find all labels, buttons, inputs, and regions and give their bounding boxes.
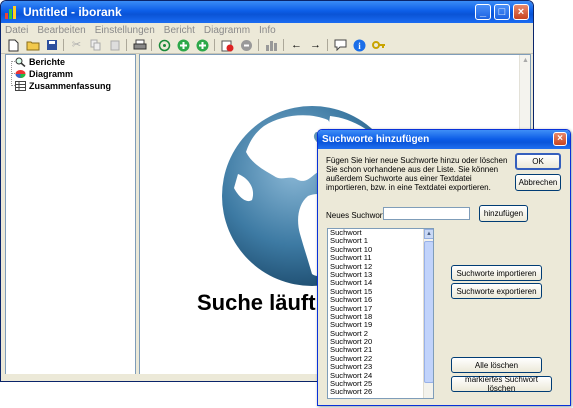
keyword-list-item[interactable]: Suchwort 26 [328, 388, 433, 397]
minimize-button[interactable]: _ [475, 4, 491, 20]
menu-diagramm[interactable]: Diagramm [204, 25, 250, 36]
menu-info[interactable]: Info [259, 25, 276, 36]
add-button[interactable]: hinzufügen [479, 205, 528, 222]
add-green-icon[interactable] [176, 38, 191, 52]
close-button[interactable]: × [513, 4, 529, 20]
delete-selected-button[interactable]: markiertes Suchwort löschen [451, 375, 552, 393]
dialog-title-bar[interactable]: Suchworte hinzufügen × [318, 130, 570, 149]
delete-list-icon[interactable] [220, 38, 235, 52]
keyword-list-items: Suchwort Suchwort 1 Suchwort 10 Suchwort 11… [328, 229, 433, 397]
comment-icon[interactable] [333, 38, 348, 52]
pie-chart-icon [15, 70, 26, 78]
arrow-left-icon[interactable]: ← [289, 38, 304, 52]
window-title: Untitled - iborank [23, 5, 122, 19]
maximize-button[interactable]: □ [494, 4, 510, 20]
title-bar[interactable]: Untitled - iborank _ □ × [1, 1, 533, 23]
toolbar-separator [283, 39, 284, 51]
target-icon[interactable] [157, 38, 172, 52]
key-icon[interactable] [371, 38, 386, 52]
app-icon [5, 5, 19, 19]
magnifier-icon [15, 57, 26, 67]
dialog-title: Suchworte hinzufügen [322, 134, 430, 145]
scroll-up-icon[interactable]: ▲ [424, 229, 433, 239]
cut-icon[interactable]: ✂ [69, 38, 84, 52]
tree-item-zusammenfassung[interactable]: Zusammenfassung [15, 80, 111, 92]
menu-bar: Datei Bearbeiten Einstellungen Bericht D… [1, 23, 533, 37]
menu-datei[interactable]: Datei [5, 25, 28, 36]
info-icon[interactable]: i [352, 38, 367, 52]
dialog-close-button[interactable]: × [553, 132, 567, 146]
toolbar-separator [151, 39, 152, 51]
tree-item-label: Zusammenfassung [29, 81, 112, 91]
export-keywords-button[interactable]: Suchworte exportieren [451, 283, 542, 299]
copy-icon[interactable] [88, 38, 103, 52]
menu-bearbeiten[interactable]: Bearbeiten [37, 25, 85, 36]
add-keywords-dialog: Suchworte hinzufügen × Fügen Sie hier ne… [317, 129, 571, 406]
cancel-button[interactable]: Abbrechen [515, 174, 561, 191]
keyword-list-scrollbar[interactable]: ▲ [423, 229, 433, 398]
add-green-2-icon[interactable] [195, 38, 210, 52]
arrow-right-icon[interactable]: → [308, 38, 323, 52]
tree-item-berichte[interactable]: Berichte [15, 56, 65, 68]
new-word-label: Neues Suchwort: [326, 211, 387, 220]
keyword-list[interactable]: Suchwort Suchwort 1 Suchwort 10 Suchwort 11… [327, 228, 434, 399]
toolbar-separator [327, 39, 328, 51]
table-icon [15, 81, 26, 91]
clear-all-button[interactable]: Alle löschen [451, 357, 542, 373]
tree-pane: Berichte Diagramm Zusammenfassung [5, 54, 136, 375]
menu-einstellungen[interactable]: Einstellungen [95, 25, 155, 36]
tree-item-label: Berichte [29, 57, 66, 67]
import-keywords-button[interactable]: Suchworte importieren [451, 265, 542, 281]
stop-icon[interactable] [239, 38, 254, 52]
dialog-description: Fügen Sie hier neue Suchworte hinzu oder… [326, 156, 508, 192]
toolbar-separator [63, 39, 64, 51]
toolbar-separator [258, 39, 259, 51]
toolbar-separator [126, 39, 127, 51]
toolbar-separator [214, 39, 215, 51]
print-icon[interactable] [132, 38, 147, 52]
tree-item-label: Diagramm [29, 69, 74, 79]
save-icon[interactable] [44, 38, 59, 52]
scroll-up-icon[interactable]: ▲ [521, 56, 530, 65]
toolbar: ✂ ← → i [1, 37, 533, 54]
new-word-input[interactable] [383, 207, 470, 220]
ok-button[interactable]: OK [515, 153, 561, 170]
bar-chart-icon[interactable] [264, 38, 279, 52]
tree-item-diagramm[interactable]: Diagramm [15, 68, 73, 80]
paste-icon[interactable] [107, 38, 122, 52]
new-document-icon[interactable] [6, 38, 21, 52]
open-folder-icon[interactable] [25, 38, 40, 52]
scroll-thumb[interactable] [424, 241, 433, 383]
menu-bericht[interactable]: Bericht [164, 25, 195, 36]
